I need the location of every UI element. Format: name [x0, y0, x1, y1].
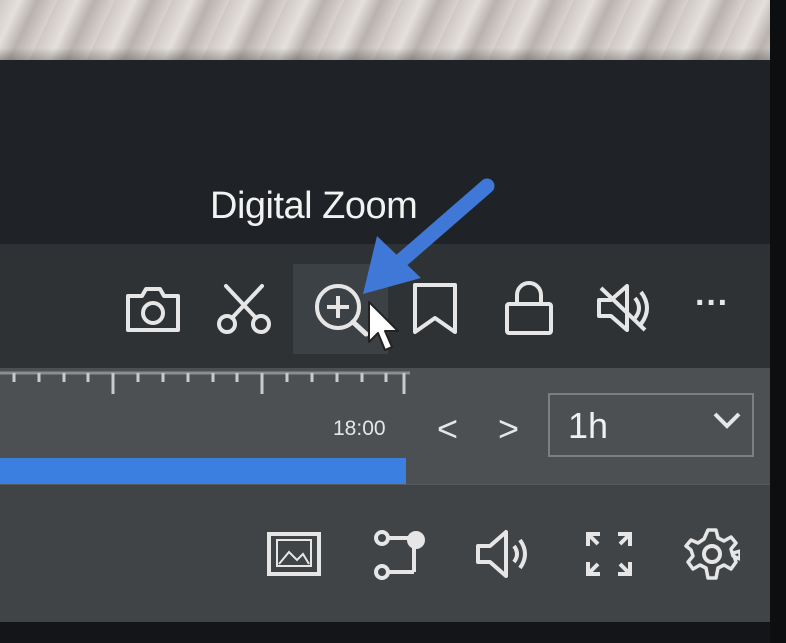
time-range-select[interactable]: 1h — [548, 393, 754, 457]
fullscreen-icon[interactable] — [584, 530, 634, 578]
timeline-progress[interactable] — [0, 458, 406, 484]
screen-bottom-edge — [0, 622, 770, 643]
monitor-screen: Digital Zoom ··· 18:00 < > 1h — [0, 0, 786, 643]
timeline-ticks — [0, 370, 410, 398]
more-icon[interactable]: ··· — [695, 284, 729, 323]
monitor-bezel — [770, 0, 786, 643]
timeline-time-label: 18:00 — [333, 417, 386, 440]
time-range-value: 1h — [568, 405, 609, 446]
annotation-arrow-icon — [355, 178, 497, 307]
lock-icon[interactable] — [503, 280, 555, 336]
video-feed — [0, 0, 770, 60]
chevron-down-icon — [712, 409, 742, 436]
volume-icon[interactable] — [474, 528, 532, 580]
camera-icon[interactable] — [124, 284, 182, 334]
path-icon[interactable] — [372, 528, 428, 584]
settings-icon[interactable] — [684, 526, 740, 582]
mute-icon[interactable] — [595, 282, 655, 334]
image-icon[interactable] — [265, 530, 323, 580]
mouse-cursor-icon — [367, 300, 401, 359]
prev-button[interactable]: < — [437, 408, 458, 450]
next-button[interactable]: > — [498, 408, 519, 450]
scissors-icon[interactable] — [216, 282, 272, 336]
